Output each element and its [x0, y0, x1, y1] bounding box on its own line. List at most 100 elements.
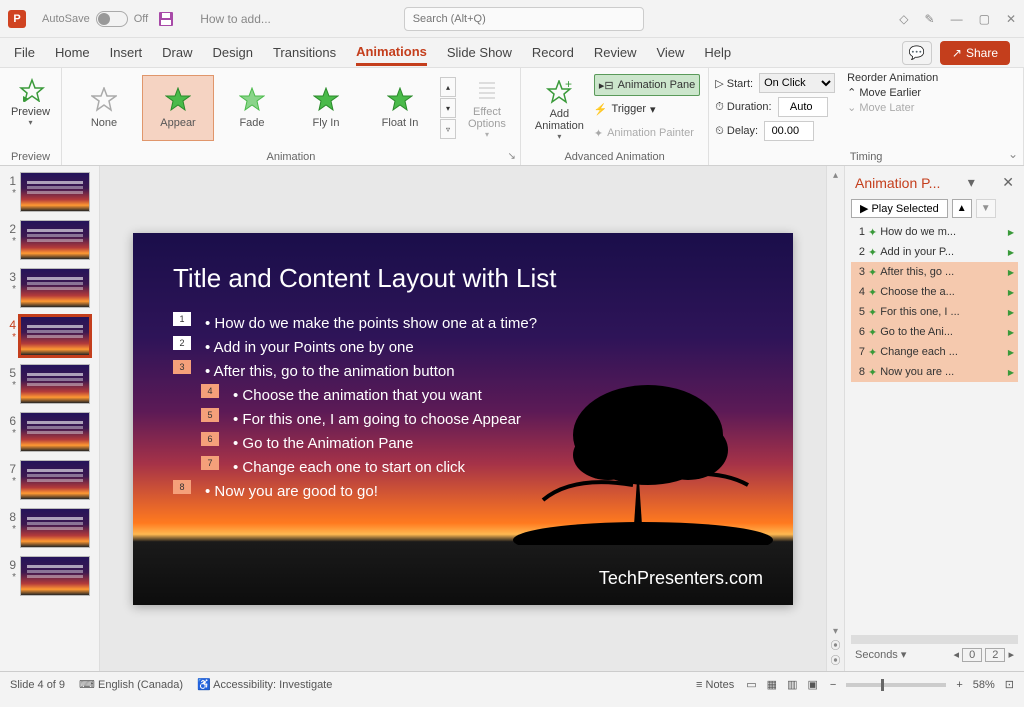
scroll-down-icon[interactable]: ▾	[833, 626, 838, 637]
app-icon: P	[8, 10, 26, 28]
tab-view[interactable]: View	[656, 41, 684, 64]
scroll-up-icon[interactable]: ▴	[833, 170, 838, 181]
duration-label: ⏱ Duration:	[715, 101, 771, 114]
seconds-label[interactable]: Seconds ▾	[855, 648, 906, 661]
thumb-8[interactable]: 8*	[4, 508, 95, 548]
start-select[interactable]: On Click	[759, 73, 835, 93]
diamond-icon[interactable]: ◇	[899, 12, 908, 26]
document-title[interactable]: How to add...	[200, 12, 271, 26]
language-button[interactable]: ⌨ English (Canada)	[79, 678, 183, 691]
sorter-view-icon[interactable]: ▦	[765, 676, 779, 693]
animation-painter-button[interactable]: ✦ Animation Painter	[594, 122, 700, 144]
anim-entry-7[interactable]: 7✦Change each ...▶	[851, 342, 1018, 362]
maximize-icon[interactable]: ▢	[979, 12, 990, 26]
gallery-up[interactable]: ▴	[440, 77, 456, 97]
gallery-down[interactable]: ▾	[440, 98, 456, 118]
zoom-out-icon[interactable]: −	[830, 679, 836, 691]
pane-close-icon[interactable]: ✕	[1002, 174, 1014, 191]
anim-appear[interactable]: Appear	[142, 75, 214, 141]
anim-none[interactable]: None	[68, 75, 140, 141]
zoom-in-icon[interactable]: +	[956, 679, 962, 691]
animation-dialog-launcher[interactable]: ↘	[508, 151, 516, 162]
move-later-button[interactable]: ⌄ Move Later	[847, 101, 938, 114]
thumb-9[interactable]: 9*	[4, 556, 95, 596]
save-icon[interactable]	[158, 11, 174, 27]
effect-options-button[interactable]: Effect Options ▾	[460, 72, 514, 143]
thumb-1[interactable]: 1*	[4, 172, 95, 212]
anim-entry-6[interactable]: 6✦Go to the Ani...▶	[851, 322, 1018, 342]
slide-title[interactable]: Title and Content Layout with List	[133, 233, 793, 304]
anim-entry-4[interactable]: 4✦Choose the a...▶	[851, 282, 1018, 302]
move-earlier-button[interactable]: ⌃ Move Earlier	[847, 86, 938, 99]
notes-button[interactable]: ≡ Notes	[696, 679, 734, 691]
ribbon-tabs: File Home Insert Draw Design Transitions…	[0, 38, 1024, 68]
thumb-5[interactable]: 5*	[4, 364, 95, 404]
normal-view-icon[interactable]: ▭	[744, 676, 758, 693]
pane-menu-icon[interactable]: ▾	[968, 174, 975, 191]
timeline-nav[interactable]: ◂ 0 2 ▸	[954, 648, 1014, 661]
tab-home[interactable]: Home	[55, 41, 90, 64]
thumb-6[interactable]: 6*	[4, 412, 95, 452]
close-icon[interactable]: ✕	[1006, 12, 1016, 26]
search-input[interactable]	[404, 7, 644, 31]
anim-entry-1[interactable]: 1✦How do we m...▶	[851, 222, 1018, 242]
tab-help[interactable]: Help	[704, 41, 731, 64]
autosave-toggle[interactable]: AutoSave Off	[42, 11, 148, 27]
slide-scrollbar[interactable]: ▴ ▾ ⦿ ⦿	[826, 166, 844, 671]
anim-entry-2[interactable]: 2✦Add in your P...▶	[851, 242, 1018, 262]
slide-thumbnails[interactable]: 1* 2* 3* 4* 5* 6* 7* 8* 9*	[0, 166, 100, 671]
tab-slideshow[interactable]: Slide Show	[447, 41, 512, 64]
reading-view-icon[interactable]: ▥	[785, 676, 799, 693]
add-animation-button[interactable]: + Add Animation ▾	[527, 72, 592, 146]
fit-window-icon[interactable]: ⊡	[1005, 678, 1014, 691]
preview-button[interactable]: Preview ▾	[6, 72, 55, 131]
slide-canvas[interactable]: Title and Content Layout with List 1• Ho…	[133, 233, 793, 605]
anim-entry-3[interactable]: 3✦After this, go ...▶	[851, 262, 1018, 282]
tree-graphic	[513, 345, 773, 545]
slide-editor[interactable]: Title and Content Layout with List 1• Ho…	[100, 166, 826, 671]
anim-entry-8[interactable]: 8✦Now you are ...▶	[851, 362, 1018, 382]
prev-slide-icon[interactable]: ⦿	[831, 637, 841, 652]
anim-entry-5[interactable]: 5✦For this one, I ...▶	[851, 302, 1018, 322]
tab-animations[interactable]: Animations	[356, 40, 427, 66]
next-slide-icon[interactable]: ⦿	[831, 652, 841, 667]
animation-pane-button[interactable]: ▸⊟ Animation Pane	[594, 74, 700, 96]
search-box[interactable]	[404, 7, 644, 31]
anim-flyin[interactable]: Fly In	[290, 75, 362, 141]
minimize-icon[interactable]: ―	[951, 12, 963, 26]
anim-floatin[interactable]: Float In	[364, 75, 436, 141]
zoom-slider[interactable]	[846, 683, 946, 687]
duration-input[interactable]	[778, 97, 828, 117]
thumb-4[interactable]: 4*	[4, 316, 95, 356]
gallery-more[interactable]: ▿	[440, 119, 456, 139]
tab-insert[interactable]: Insert	[110, 41, 143, 64]
zoom-level[interactable]: 58%	[973, 679, 995, 691]
play-selected-button[interactable]: ▶ Play Selected	[851, 199, 948, 218]
toggle-switch[interactable]	[96, 11, 128, 27]
share-button[interactable]: ↗ Share	[940, 41, 1010, 65]
tab-record[interactable]: Record	[532, 41, 574, 64]
anim-fade[interactable]: Fade	[216, 75, 288, 141]
delay-input[interactable]	[764, 121, 814, 141]
ribbon-collapse-icon[interactable]: ⌄	[1008, 147, 1018, 161]
animation-gallery[interactable]: None Appear Fade Fly In Float In	[68, 75, 436, 141]
slideshow-view-icon[interactable]: ▣	[805, 676, 819, 693]
tab-draw[interactable]: Draw	[162, 41, 192, 64]
tab-design[interactable]: Design	[213, 41, 253, 64]
move-down-button[interactable]: ▼	[976, 199, 996, 218]
animation-list[interactable]: 1✦How do we m...▶2✦Add in your P...▶3✦Af…	[851, 222, 1018, 633]
timeline-bar[interactable]	[851, 635, 1018, 643]
slide-footer: TechPresenters.com	[599, 568, 763, 589]
thumb-2[interactable]: 2*	[4, 220, 95, 260]
accessibility-button[interactable]: ♿ Accessibility: Investigate	[197, 678, 332, 691]
thumb-7[interactable]: 7*	[4, 460, 95, 500]
trigger-button[interactable]: ⚡ Trigger ▾	[594, 98, 700, 120]
tab-review[interactable]: Review	[594, 41, 637, 64]
comments-button[interactable]: 💬	[902, 41, 932, 65]
slide-number[interactable]: Slide 4 of 9	[10, 679, 65, 691]
thumb-3[interactable]: 3*	[4, 268, 95, 308]
move-up-button[interactable]: ▲	[952, 199, 972, 218]
eyedropper-icon[interactable]: ✎	[925, 12, 935, 26]
tab-transitions[interactable]: Transitions	[273, 41, 336, 64]
tab-file[interactable]: File	[14, 41, 35, 64]
